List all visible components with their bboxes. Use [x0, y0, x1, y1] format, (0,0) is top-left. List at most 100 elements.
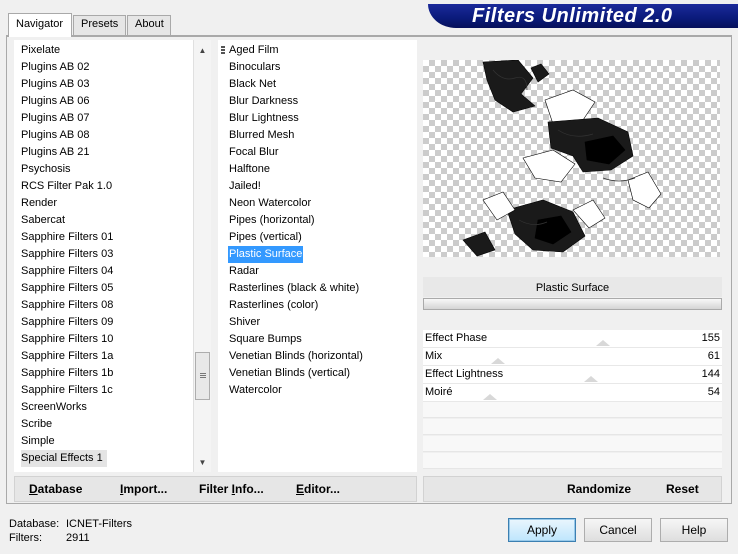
category-item[interactable]: Psychosis: [21, 161, 71, 178]
grip-icon: [200, 373, 206, 374]
category-item[interactable]: Plugins AB 02: [21, 59, 90, 76]
filter-list[interactable]: Aged Film Binoculars Black Net Blur Darknes…: [218, 40, 417, 472]
filter-item[interactable]: Watercolor: [228, 382, 283, 399]
tab-presets[interactable]: Presets: [73, 15, 126, 35]
category-item[interactable]: Sapphire Filters 09: [21, 314, 113, 331]
category-item[interactable]: Sabercat: [21, 212, 65, 229]
slider-thumb-icon[interactable]: [491, 358, 505, 364]
editor-button[interactable]: Editor...: [296, 482, 340, 496]
category-item[interactable]: Sapphire Filters 08: [21, 297, 113, 314]
parameter-label: Mix: [425, 350, 443, 362]
category-item[interactable]: Scribe: [21, 416, 52, 433]
filter-item[interactable]: Aged Film: [228, 42, 280, 59]
category-item[interactable]: Sapphire Filters 1a: [21, 348, 113, 365]
slider-thumb-icon[interactable]: [483, 394, 497, 400]
parameter-value: 144: [701, 368, 720, 380]
category-item[interactable]: Sapphire Filters 1b: [21, 365, 113, 382]
filter-item[interactable]: Black Net: [228, 76, 277, 93]
slider-thumb-icon[interactable]: [584, 376, 598, 382]
filter-name-bar: [423, 298, 722, 310]
editor-button-mnemonic: E: [296, 482, 305, 496]
filter-info-button[interactable]: Filter Info...: [199, 482, 264, 496]
filter-item[interactable]: Venetian Blinds (horizontal): [228, 348, 364, 365]
randomize-button[interactable]: Randomize: [567, 482, 631, 496]
empty-parameter-slot: [423, 436, 722, 452]
filter-item[interactable]: Blur Darkness: [228, 93, 299, 110]
database-button-label: atabase: [37, 482, 83, 496]
category-item[interactable]: Plugins AB 07: [21, 110, 90, 127]
category-item[interactable]: Plugins AB 08: [21, 127, 90, 144]
category-item[interactable]: RCS Filter Pak 1.0: [21, 178, 112, 195]
slider-thumb-icon[interactable]: [596, 340, 610, 346]
scrollbar-thumb[interactable]: [195, 352, 210, 400]
parameter-area: Effect Phase 155 Mix 61 Effect Lightness 144 M…: [423, 330, 722, 470]
filter-info-button-label-1: Filter: [199, 482, 232, 496]
empty-parameter-slot: [423, 453, 722, 469]
parameter-value: 54: [707, 386, 720, 398]
filter-item[interactable]: Pipes (vertical): [228, 229, 303, 246]
category-item[interactable]: Sapphire Filters 05: [21, 280, 113, 297]
filter-item[interactable]: Binoculars: [228, 59, 281, 76]
import-button-label: mport...: [123, 482, 168, 496]
filter-item[interactable]: Plastic Surface: [228, 246, 304, 263]
parameter-value: 155: [701, 332, 720, 344]
category-item[interactable]: Plugins AB 03: [21, 76, 90, 93]
scroll-down-icon[interactable]: ▼: [194, 454, 211, 471]
database-status-value: ICNET-Filters: [66, 518, 132, 530]
category-item[interactable]: Sapphire Filters 04: [21, 263, 113, 280]
category-item[interactable]: Sapphire Filters 10: [21, 331, 113, 348]
database-button-mnemonic: D: [29, 482, 38, 496]
scroll-up-icon[interactable]: ▲: [194, 42, 211, 59]
import-button[interactable]: Import...: [120, 482, 167, 496]
filter-item[interactable]: Radar: [228, 263, 260, 280]
effect-preview: [423, 60, 720, 257]
category-item[interactable]: Sapphire Filters 1c: [21, 382, 113, 399]
filter-item[interactable]: Neon Watercolor: [228, 195, 312, 212]
help-button[interactable]: Help: [660, 518, 728, 542]
filter-item[interactable]: Jailed!: [228, 178, 262, 195]
reset-button[interactable]: Reset: [666, 482, 699, 496]
category-item[interactable]: Pixelate: [21, 42, 60, 59]
right-button-bar: Randomize Reset: [423, 476, 722, 502]
filter-item[interactable]: Halftone: [228, 161, 271, 178]
filter-item[interactable]: Rasterlines (black & white): [228, 280, 360, 297]
database-status-label: Database:: [9, 518, 60, 530]
filter-item[interactable]: Square Bumps: [228, 331, 303, 348]
parameter-slider[interactable]: Effect Phase 155: [423, 330, 722, 348]
filter-item[interactable]: Venetian Blinds (vertical): [228, 365, 351, 382]
filters-count-value: 2911: [66, 532, 90, 544]
left-button-bar: Database Import... Filter Info... Editor…: [14, 476, 417, 502]
list-top-marker-icon: [221, 46, 225, 55]
cancel-button[interactable]: Cancel: [584, 518, 652, 542]
parameter-slider[interactable]: Effect Lightness 144: [423, 366, 722, 384]
filter-item[interactable]: Blur Lightness: [228, 110, 300, 127]
product-banner: Filters Unlimited 2.0: [428, 4, 738, 28]
tab-about[interactable]: About: [127, 15, 171, 35]
category-scrollbar[interactable]: ▲ ▼: [193, 40, 211, 472]
parameter-slider[interactable]: Mix 61: [423, 348, 722, 366]
filter-item[interactable]: Blurred Mesh: [228, 127, 295, 144]
tab-navigator[interactable]: Navigator: [8, 13, 72, 37]
category-item[interactable]: Sapphire Filters 03: [21, 246, 113, 263]
parameter-slider[interactable]: Moiré 54: [423, 384, 722, 402]
category-item[interactable]: Special Effects 1: [21, 450, 107, 467]
category-item[interactable]: Render: [21, 195, 57, 212]
apply-button[interactable]: Apply: [508, 518, 576, 542]
category-item[interactable]: Plugins AB 06: [21, 93, 90, 110]
filter-info-button-label-2: nfo...: [235, 482, 264, 496]
category-item[interactable]: Plugins AB 21: [21, 144, 90, 161]
product-title: Filters Unlimited 2.0: [472, 5, 673, 27]
category-item[interactable]: Simple: [21, 433, 55, 450]
filter-item[interactable]: Focal Blur: [228, 144, 280, 161]
filter-item[interactable]: Pipes (horizontal): [228, 212, 316, 229]
database-button[interactable]: Database: [29, 482, 82, 496]
parameter-value: 61: [707, 350, 720, 362]
filter-item[interactable]: Rasterlines (color): [228, 297, 319, 314]
category-item[interactable]: ScreenWorks: [21, 399, 87, 416]
category-item[interactable]: Sapphire Filters 01: [21, 229, 113, 246]
editor-button-label: ditor...: [304, 482, 341, 496]
filter-item[interactable]: Shiver: [228, 314, 261, 331]
category-list[interactable]: Pixelate Plugins AB 02 Plugins AB 03 Plugin…: [14, 40, 211, 472]
empty-parameter-slot: [423, 419, 722, 435]
preview-image: [462, 60, 662, 257]
